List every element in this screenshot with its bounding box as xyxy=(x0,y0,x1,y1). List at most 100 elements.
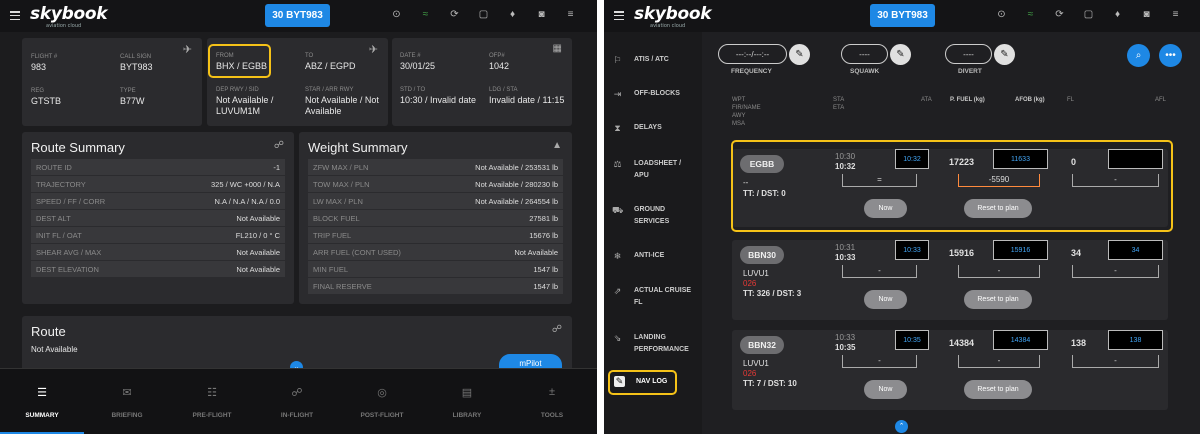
summary-row: MIN FUEL 1547 lb xyxy=(308,261,563,278)
waypoint-name-badge[interactable]: BBN32 xyxy=(740,336,784,354)
nav-tab-summary[interactable]: ☰ SUMMARY xyxy=(0,369,84,434)
waypoint-name-badge[interactable]: BBN30 xyxy=(740,246,784,264)
row-value: Not Available xyxy=(236,264,280,274)
ata-delta-field[interactable]: - xyxy=(842,265,917,278)
edit-divert-button[interactable]: ✎ xyxy=(994,44,1015,65)
summary-row: LW MAX / PLN Not Available / 264554 lb xyxy=(308,193,563,210)
row-key: SPEED / FF / CORR xyxy=(36,196,106,206)
row-value: 15676 lb xyxy=(529,230,558,240)
ata-input[interactable]: 10:33 xyxy=(895,240,929,260)
time-card: ▦ DATE # 30/01/25 OFP# 1042 STD / TO 10:… xyxy=(392,38,572,126)
bookmark-icon[interactable]: ▢ xyxy=(1083,9,1094,20)
row-value: -1 xyxy=(273,162,280,172)
row-value: FL210 / 0 ° C xyxy=(235,230,280,240)
divert-field[interactable]: ---- xyxy=(945,44,992,64)
waypoint-msa: 026 xyxy=(743,369,757,378)
flight-select-button[interactable]: 30 BYT983 xyxy=(870,4,935,27)
menu-icon[interactable] xyxy=(10,11,20,20)
weight-summary-title: Weight Summary xyxy=(308,140,408,155)
sync-icon[interactable]: ⟳ xyxy=(1054,9,1065,20)
reset-to-plan-button[interactable]: Reset to plan xyxy=(964,290,1032,309)
edit-squawk-button[interactable]: ✎ xyxy=(890,44,911,65)
waypoint-eta: 10:35 xyxy=(835,343,856,352)
download-icon[interactable]: ⊙ xyxy=(391,9,402,20)
nav-tab-tools[interactable]: ± TOOLS xyxy=(510,369,594,434)
nav-tab-post-flight[interactable]: ◎ POST-FLIGHT xyxy=(340,369,424,434)
row-value: Not Available xyxy=(236,247,280,257)
afl-input[interactable]: 138 xyxy=(1108,330,1163,350)
row-key: TOW MAX / PLN xyxy=(313,179,370,189)
summary-row: INIT FL / OAT FL210 / 0 ° C xyxy=(31,227,285,244)
now-button[interactable]: Now xyxy=(864,380,907,399)
bell-icon[interactable]: ♦ xyxy=(1112,9,1123,20)
sidebar-label: LANDING PERFORMANCE xyxy=(634,334,689,353)
sync-icon[interactable]: ⟳ xyxy=(449,9,460,20)
squawk-field[interactable]: ---- xyxy=(841,44,888,64)
nav-tab-in-flight[interactable]: ☍ IN-FLIGHT xyxy=(255,369,339,434)
flight-date: 30/01/25 xyxy=(400,61,436,71)
waypoint-airway: LUVU1 xyxy=(743,359,769,368)
row-value: Not Available xyxy=(236,213,280,223)
call-sign: BYT983 xyxy=(120,62,153,72)
top-bar: skybook aviation cloud 30 BYT983 ⊙ ≈ ⟳ ▢ … xyxy=(0,0,597,32)
route-title: Route xyxy=(31,324,66,339)
search-button[interactable]: ⌕ xyxy=(1127,44,1150,67)
wifi-icon: ≈ xyxy=(422,9,429,20)
nav-tab-pre-flight[interactable]: ☷ PRE-FLIGHT xyxy=(170,369,254,434)
camera-icon[interactable]: ◙ xyxy=(536,9,547,20)
route-summary-card: Route Summary ☍ ROUTE ID -1 TRAJECTORY 325 … xyxy=(22,132,294,304)
reset-to-plan-button[interactable]: Reset to plan xyxy=(964,380,1032,399)
planned-fl: 34 xyxy=(1071,248,1082,258)
header-afob: AFOB (kg) xyxy=(1015,97,1045,103)
bookmark-icon[interactable]: ▢ xyxy=(478,9,489,20)
row-key: FINAL RESERVE xyxy=(313,281,372,291)
afl-delta-field[interactable]: - xyxy=(1072,265,1159,278)
row-key: SHEAR AVG / MAX xyxy=(36,247,102,257)
settings-sliders-icon[interactable]: ≡ xyxy=(565,9,576,20)
summary-row: DEST ALT Not Available xyxy=(31,210,285,227)
chevron-up-icon[interactable]: ⌃ xyxy=(895,420,908,433)
field-label: LDG / STA xyxy=(489,87,518,93)
ata-input[interactable]: 10:35 xyxy=(895,330,929,350)
dep-runway-sid: Not Available / LUVUM1M xyxy=(216,95,274,116)
nav-tab-briefing[interactable]: ✉ BRIEFING xyxy=(85,369,169,434)
afl-delta-field[interactable]: - xyxy=(1072,355,1159,368)
settings-sliders-icon[interactable]: ≡ xyxy=(1170,9,1181,20)
waypoint-sta: 10:33 xyxy=(835,333,856,342)
nav-tab-label: TOOLS xyxy=(540,412,564,419)
weight-icon: ▲ xyxy=(552,140,562,151)
row-key: TRAJECTORY xyxy=(36,179,86,189)
header-wpt: WPT FIR/NAME AWY MSA xyxy=(732,97,761,127)
header-afl: AFL xyxy=(1155,97,1167,103)
sidebar-label: OFF-BLOCKS xyxy=(634,90,680,97)
atis-atc-icon: ⚐ xyxy=(613,55,622,65)
flight-select-button[interactable]: 30 BYT983 xyxy=(265,4,330,27)
summary-row: SHEAR AVG / MAX Not Available xyxy=(31,244,285,261)
afob-input[interactable]: 15916 xyxy=(993,240,1048,260)
frequency-field[interactable]: ---:--/---:-- xyxy=(718,44,787,64)
planned-fuel: 14384 xyxy=(949,338,975,348)
flight-card: ✈ FLIGHT # 983 CALL SIGN BYT983 REG GTST… xyxy=(22,38,202,126)
ofp-number: 1042 xyxy=(489,61,510,71)
bell-icon[interactable]: ♦ xyxy=(507,9,518,20)
ata-delta-field[interactable]: - xyxy=(842,355,917,368)
edit-frequency-button[interactable]: ✎ xyxy=(789,44,810,65)
sidebar-label: DELAYS xyxy=(634,124,662,131)
row-key: ARR FUEL (CONT USED) xyxy=(313,247,401,257)
now-button[interactable]: Now xyxy=(864,290,907,309)
row-key: TRIP FUEL xyxy=(313,230,352,240)
route-icon: ☍ xyxy=(551,324,562,335)
row-value: 1547 lb xyxy=(533,281,558,291)
briefing-icon: ✉ xyxy=(122,387,132,399)
field-label: STD / TO xyxy=(400,87,426,93)
nav-tab-library[interactable]: ▤ LIBRARY xyxy=(425,369,509,434)
afob-input[interactable]: 14384 xyxy=(993,330,1048,350)
header-planned-fuel: P. FUEL (kg) xyxy=(950,97,985,103)
afl-input[interactable]: 34 xyxy=(1108,240,1163,260)
more-options-button[interactable]: ••• xyxy=(1159,44,1182,67)
from-airport: BHX / EGBB xyxy=(216,61,268,71)
camera-icon[interactable]: ◙ xyxy=(1141,9,1152,20)
menu-icon[interactable] xyxy=(614,11,624,20)
download-icon[interactable]: ⊙ xyxy=(996,9,1007,20)
navlog-screen: skybook aviation cloud 30 BYT983 ⊙ ≈ ⟳ ▢ … xyxy=(604,0,1200,434)
